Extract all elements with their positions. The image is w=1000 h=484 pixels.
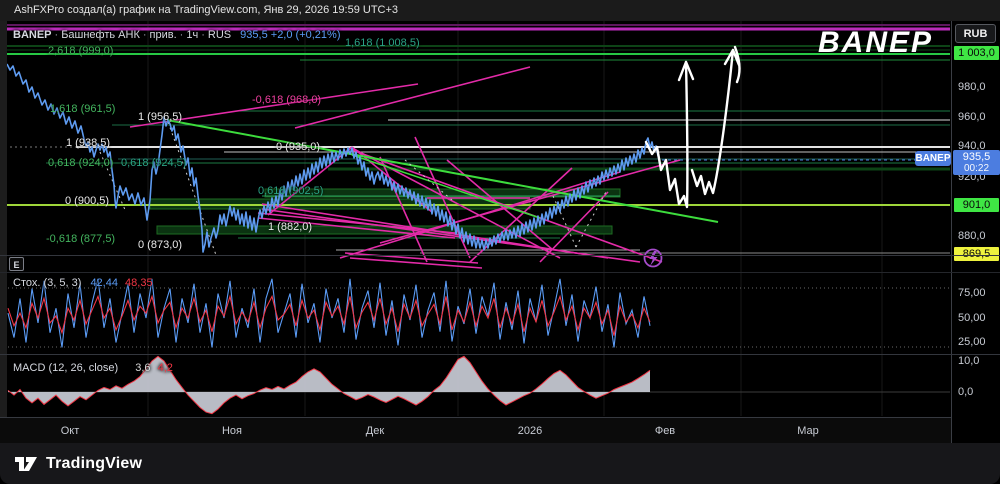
pink-trendline[interactable] xyxy=(469,167,573,263)
axis-tick-label: 50,00 xyxy=(958,312,986,324)
symbol-price-tag: BANEP xyxy=(915,151,951,166)
time-axis-label: Ноя xyxy=(221,425,243,437)
last-price-value: 935,5 xyxy=(240,29,268,41)
last-price-text: 935,5 xyxy=(962,151,991,163)
tradingview-chart-screenshot: AshFXPro создал(а) график на TradingView… xyxy=(0,0,1000,484)
price-change-value: +2,0 (+0,21%) xyxy=(270,29,341,41)
fib-level-label: 1,618 (961,5) xyxy=(50,103,116,115)
price-level-label: 901,0 xyxy=(954,198,999,212)
pane-separator[interactable] xyxy=(0,255,1000,256)
stochastic-legend[interactable]: Стох. (3, 5, 3) 42,44 48,35 xyxy=(13,277,153,289)
price-level-label: 869,5 xyxy=(954,247,999,261)
symbol-description: Башнефть АНК xyxy=(61,29,140,41)
bar-countdown: 00:22 xyxy=(963,163,990,174)
symbol-title[interactable]: BANEP xyxy=(13,29,52,41)
interval-label[interactable]: 1ч xyxy=(186,29,198,41)
supply-demand-zone xyxy=(156,225,613,235)
macd-title[interactable]: MACD (12, 26, close) xyxy=(13,362,118,374)
fib-level-label: -0,618 (877,5) xyxy=(46,233,116,245)
pane-separator[interactable] xyxy=(0,272,1000,273)
fib-level-label: 0 (873,0) xyxy=(138,239,183,251)
fib-level-label: 1,618 (1 008,5) xyxy=(345,37,420,49)
stochastic-d-value: 48,35 xyxy=(125,277,153,289)
price-level-label: 1 003,0 xyxy=(954,46,999,60)
attribution-bar: AshFXPro создал(а) график на TradingView… xyxy=(0,0,1000,21)
dotted-guide-line xyxy=(167,121,217,256)
axis-tick-label: 10,0 xyxy=(958,355,980,367)
fib-level-label: 1 (956,5) xyxy=(138,111,183,123)
time-axis-label: Фев xyxy=(654,425,676,437)
symbol-legend[interactable]: BANEP · Башнефть АНК · прив. · 1ч · RUS 935,5 +2… xyxy=(13,29,340,41)
time-axis-label: 2026 xyxy=(517,425,543,437)
fib-level-label: 0 (900,5) xyxy=(65,195,110,207)
price-axis[interactable]: RUB 935,5 00:22 980,0 960,0 940,0 920,0 880,… xyxy=(951,0,1000,443)
fib-level-label: 1 (882,0) xyxy=(268,221,313,233)
time-axis-label: Окт xyxy=(60,425,80,437)
last-price-label: 935,5 00:22 xyxy=(953,150,1000,175)
tradingview-logo-text[interactable]: TradingView xyxy=(46,455,142,473)
time-axis-label: Дек xyxy=(365,425,385,437)
pane-separator[interactable] xyxy=(0,354,1000,355)
fib-level-label: 0,618 (924,0) xyxy=(48,157,114,169)
fib-level-label: 0,618 (902,5) xyxy=(258,185,324,197)
macd-main-value: 3,6 xyxy=(135,362,151,374)
axis-tick-label: 25,00 xyxy=(958,336,986,348)
axis-tick-label: 960,0 xyxy=(958,111,986,123)
fib-level-label: -0,618 (968,0) xyxy=(252,94,322,106)
adjusted-flag: прив. xyxy=(149,29,177,41)
macd-signal-value: 4,2 xyxy=(157,362,173,374)
axis-tick-label: 980,0 xyxy=(958,81,986,93)
pink-trendline[interactable] xyxy=(349,257,483,269)
exchange-label: RUS xyxy=(207,29,232,41)
tradingview-logo-icon[interactable] xyxy=(14,454,39,474)
axis-tick-label: 880,0 xyxy=(958,230,986,242)
time-axis-label: Мар xyxy=(797,425,819,437)
stochastic-title[interactable]: Стох. (3, 5, 3) xyxy=(13,277,81,289)
axis-tick-label: 75,00 xyxy=(958,287,986,299)
attribution-text: AshFXPro создал(а) график на TradingView… xyxy=(14,4,399,16)
fib-level-label: 0,618 (924,5) xyxy=(121,157,187,169)
time-axis[interactable]: Окт Ноя Дек 2026 Фев Мар xyxy=(0,417,951,444)
footer-bar: TradingView xyxy=(0,443,1000,484)
symbol-watermark: BANEP xyxy=(818,26,934,59)
fib-level-label: 2,618 (999,0) xyxy=(48,45,114,57)
stochastic-k-value: 42,44 xyxy=(90,277,118,289)
pane-maximize-button[interactable]: E xyxy=(9,257,24,271)
currency-button[interactable]: RUB xyxy=(955,24,996,43)
left-margin xyxy=(0,21,7,443)
axis-tick-label: 0,0 xyxy=(958,386,974,398)
projection-arrow[interactable] xyxy=(644,60,695,209)
fib-level-label: 1 (938,5) xyxy=(66,137,111,149)
fib-level-label: 0 (935,0) xyxy=(276,141,321,153)
macd-legend[interactable]: MACD (12, 26, close) 3,6 4,2 xyxy=(13,362,173,374)
